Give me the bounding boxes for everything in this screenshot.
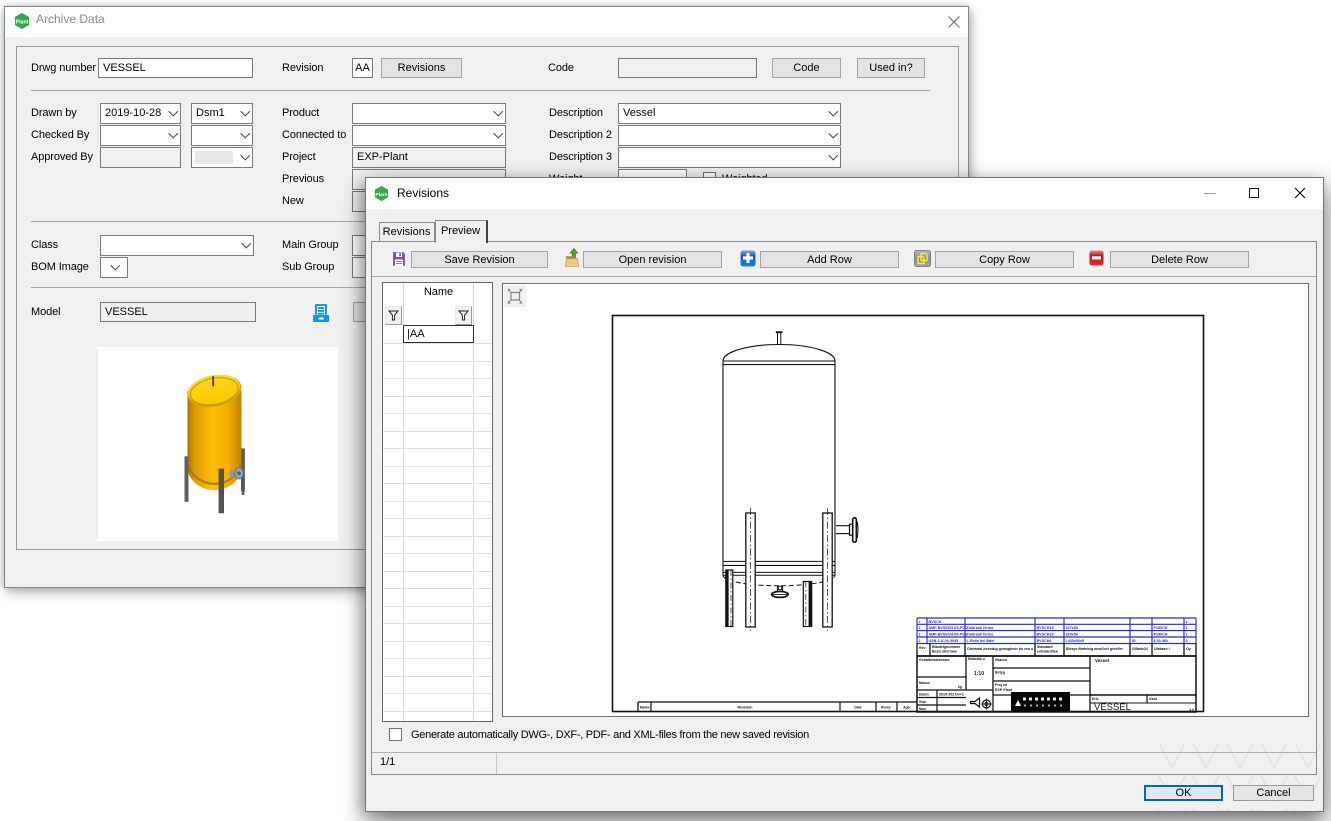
svg-text:USB-4-U-00-3045: USB-4-U-00-3045 bbox=[929, 639, 959, 643]
svg-text:1: 1 bbox=[1186, 626, 1188, 630]
svg-text:Proj ed: Proj ed bbox=[995, 683, 1007, 687]
svg-text:EXP-Plant: EXP-Plant bbox=[995, 688, 1013, 692]
svg-text:L430x50x5: L430x50x5 bbox=[1066, 639, 1085, 643]
svg-text:2: 2 bbox=[919, 639, 921, 643]
svg-text:1:10: 1:10 bbox=[974, 671, 984, 677]
svg-text:1: 1 bbox=[1186, 632, 1188, 636]
svg-text:Marks: Marks bbox=[640, 706, 650, 710]
svg-text:Bezel allernaw: Bezel allernaw bbox=[932, 650, 957, 654]
svg-text:BVSCH18: BVSCH18 bbox=[1037, 632, 1054, 636]
svg-text:Blautelgnummer: Blautelgnummer bbox=[932, 645, 961, 649]
svg-text:BVSCH18: BVSCH18 bbox=[1037, 626, 1054, 630]
svg-text:Rev: Rev bbox=[919, 646, 926, 650]
svg-text:Plant: Plant bbox=[16, 20, 29, 26]
svg-text:Obemdal besetzlg gewogtmin bu: Obemdal besetzlg gewogtmin bu zeu u bbox=[967, 647, 1033, 651]
svg-text:327x50: 327x50 bbox=[1066, 626, 1078, 630]
svg-text:Revby: Revby bbox=[881, 706, 891, 710]
svg-text:Glllade34: Glllade34 bbox=[1132, 647, 1148, 651]
svg-text:8.30.460: 8.30.460 bbox=[1154, 639, 1168, 643]
svg-text:4: 4 bbox=[1186, 639, 1189, 643]
svg-text:2: 2 bbox=[919, 632, 921, 636]
svg-text:L-Rolle bel Bdel: L-Rolle bel Bdel bbox=[967, 639, 995, 643]
svg-text:Gehalteldalsbewo: Gehalteldalsbewo bbox=[919, 658, 950, 662]
svg-text:Plant: Plant bbox=[376, 192, 388, 198]
svg-text:P280CH: P280CH bbox=[1154, 632, 1168, 636]
svg-text:4.0: 4.0 bbox=[1189, 708, 1194, 712]
svg-text:Blezye Bwfelelg anwGezl gvrefl: Blezye Bwfelelg anwGezl gvrefler bbox=[1066, 647, 1124, 651]
svg-text:Nam: Nam bbox=[919, 707, 926, 711]
svg-text:2: 2 bbox=[919, 620, 921, 624]
svg-text:Used: Used bbox=[1149, 697, 1157, 701]
svg-text:AMF-BVSSCH-05-PVS: AMF-BVSSCH-05-PVS bbox=[929, 632, 968, 636]
svg-text:Date: Date bbox=[854, 706, 861, 710]
svg-text:Oy: Oy bbox=[1186, 647, 1191, 651]
svg-text:30: 30 bbox=[1132, 639, 1136, 643]
svg-text:Betyg: Betyg bbox=[995, 671, 1005, 675]
svg-text:Maßstab u: Maßstab u bbox=[968, 657, 985, 661]
svg-text:P280CH: P280CH bbox=[1154, 626, 1168, 630]
svg-text:320x50: 320x50 bbox=[1066, 632, 1078, 636]
svg-text:BVSCH4: BVSCH4 bbox=[1037, 639, 1053, 643]
svg-text:Zuldrauk fermo: Zuldrauk fermo bbox=[967, 632, 995, 636]
svg-text:Appr: Appr bbox=[903, 706, 911, 710]
svg-text:Revision: Revision bbox=[738, 706, 753, 710]
svg-text:2019-202 Dv=1: 2019-202 Dv=1 bbox=[939, 693, 964, 697]
svg-text:Gepr: Gepr bbox=[919, 700, 927, 704]
svg-text:1: 1 bbox=[1186, 620, 1188, 624]
svg-text:Nazlod: Nazlod bbox=[995, 658, 1007, 662]
svg-text:Masse: Masse bbox=[919, 681, 930, 685]
svg-text:Ulabaze I: Ulabaze I bbox=[1154, 647, 1170, 651]
svg-text:Datum: Datum bbox=[919, 693, 929, 697]
svg-text:Vessel: Vessel bbox=[1095, 658, 1109, 663]
svg-text:enlistanlltea: enlistanlltea bbox=[1037, 650, 1059, 654]
svg-text:Ertz: Ertz bbox=[1092, 697, 1099, 701]
svg-text:AMF-BVSSCH-05-PVS: AMF-BVSSCH-05-PVS bbox=[929, 626, 968, 630]
svg-text:kg: kg bbox=[958, 685, 962, 689]
svg-text:BVSCH: BVSCH bbox=[929, 620, 942, 624]
svg-text:2: 2 bbox=[919, 626, 921, 630]
svg-text:Standard: Standard bbox=[1037, 645, 1053, 649]
svg-text:Zuldrauk fermo: Zuldrauk fermo bbox=[967, 626, 995, 630]
svg-text:VESSEL: VESSEL bbox=[1094, 702, 1131, 713]
